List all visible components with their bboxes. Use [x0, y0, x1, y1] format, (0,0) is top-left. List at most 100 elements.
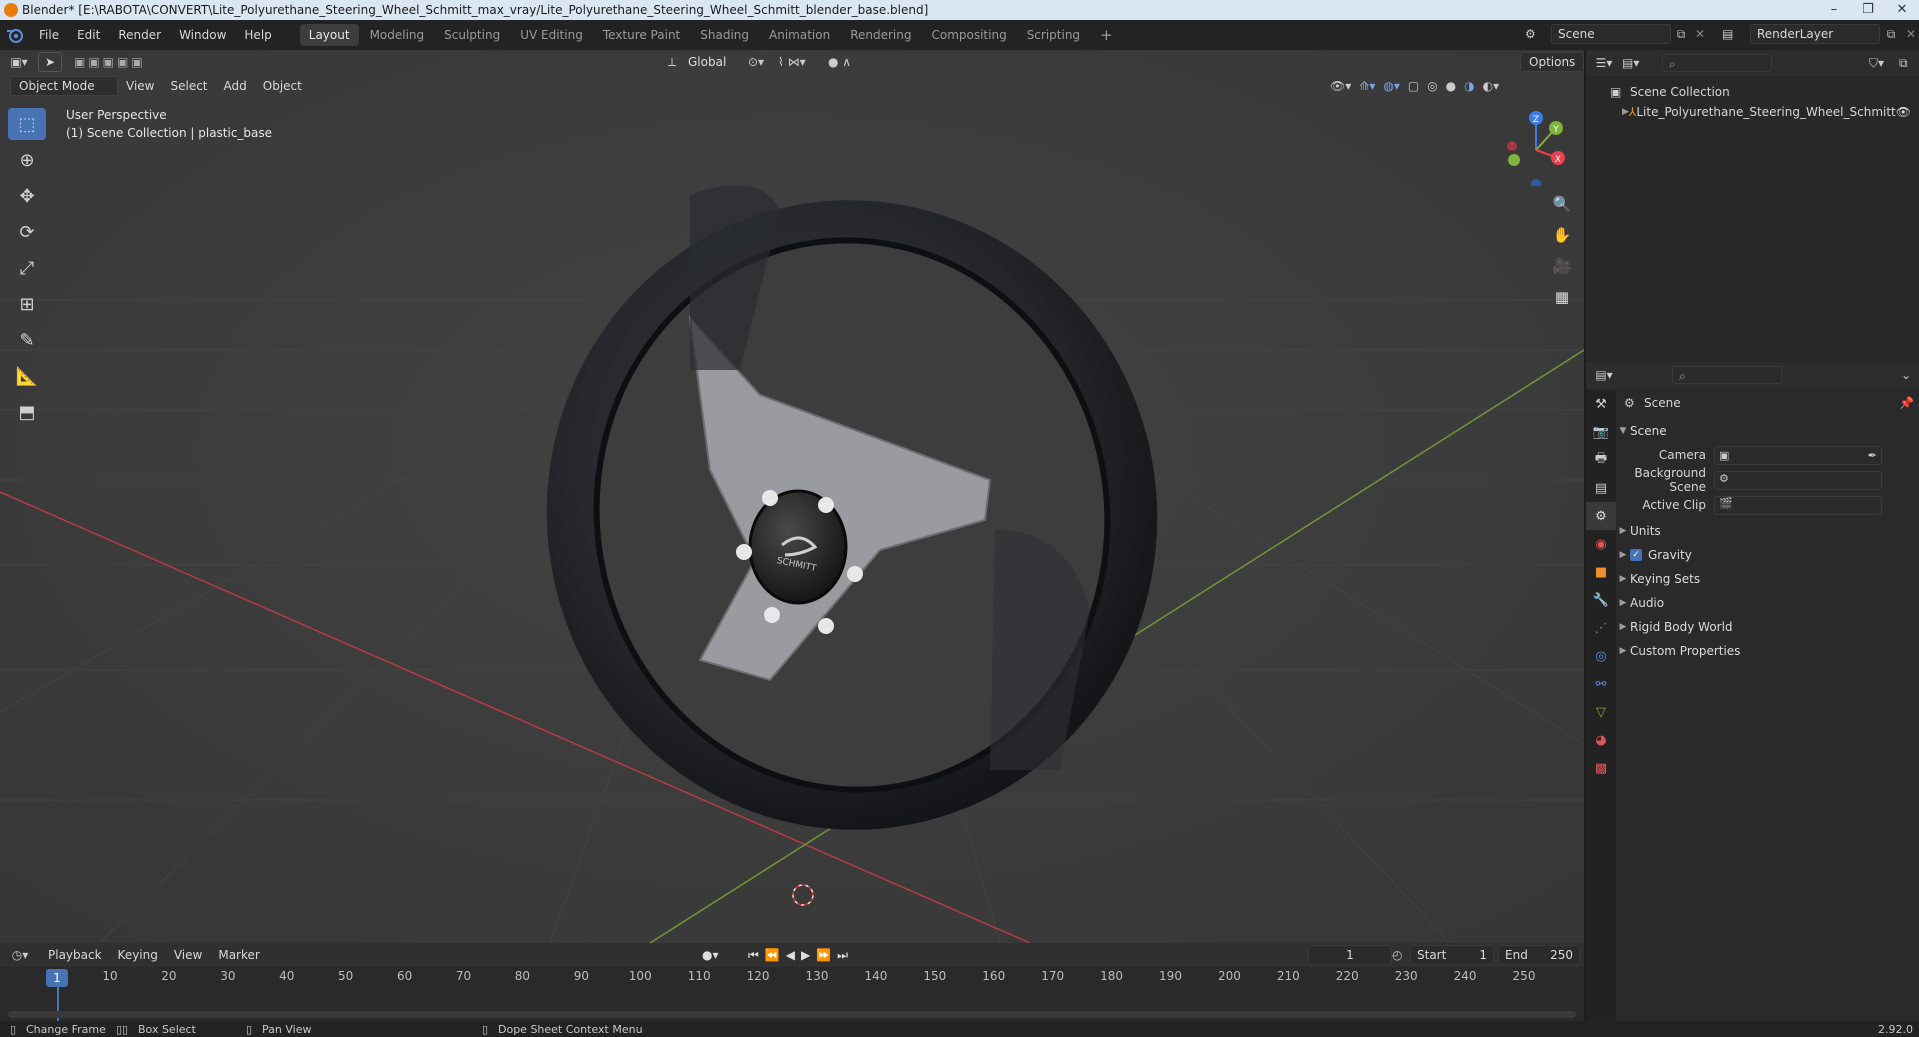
snap-icon[interactable]: ⌇ ⋈▾ — [778, 55, 828, 69]
pivot-icon[interactable]: ⊙▾ — [748, 55, 778, 69]
viewport-menu-select[interactable]: Select — [162, 79, 215, 93]
tab-layout[interactable]: Layout — [299, 24, 359, 46]
tab-sculpting[interactable]: Sculpting — [435, 24, 509, 46]
scene-tab-icon[interactable]: ⚙ — [1586, 502, 1616, 530]
properties-options-icon[interactable]: ⌄ — [1901, 368, 1911, 382]
object-tab-icon[interactable]: ■ — [1586, 558, 1616, 586]
timeline-menu-view[interactable]: View — [166, 948, 210, 962]
maximize-button[interactable]: ❐ — [1851, 0, 1885, 20]
menu-edit[interactable]: Edit — [68, 20, 109, 50]
timeline-ruler[interactable]: 10 20 30 40 50 60 70 80 90 100 110 120 130 140 150 160 1… — [0, 969, 1584, 989]
options-dropdown[interactable]: Options — [1520, 52, 1584, 72]
ortho-grid-icon[interactable]: ▦ — [1548, 283, 1576, 311]
viewport-menu-view[interactable]: View — [118, 79, 162, 93]
menu-file[interactable]: File — [30, 20, 68, 50]
view-layer-tab-icon[interactable]: ▤ — [1586, 474, 1616, 502]
measure-tool-icon[interactable]: 📐 — [8, 360, 46, 392]
texture-tab-icon[interactable]: ▩ — [1586, 754, 1616, 782]
start-frame-field[interactable]: Start 1 — [1410, 945, 1494, 965]
select-box-tool-icon[interactable]: ⬚ — [8, 108, 46, 140]
selection-mode-icons[interactable]: ▣▣▣▣▣ — [74, 55, 146, 69]
minimize-button[interactable]: – — [1817, 0, 1851, 20]
custom-properties-section[interactable]: ▶ Custom Properties — [1616, 640, 1741, 662]
proportional-edit-icon[interactable]: ● ∧ — [828, 55, 868, 69]
tab-uv-editing[interactable]: UV Editing — [511, 24, 592, 46]
cursor-tool-icon[interactable]: ⊕ — [8, 144, 46, 176]
scene-panel-header[interactable]: ▼ Scene — [1616, 420, 1667, 442]
audio-section[interactable]: ▶ Audio — [1616, 592, 1665, 614]
remove-view-layer-icon[interactable]: ✕ — [1902, 27, 1919, 41]
timeline-menu-keying[interactable]: Keying — [110, 948, 166, 962]
transform-tool-icon[interactable]: ⊞ — [8, 288, 46, 320]
menu-window[interactable]: Window — [170, 20, 235, 50]
outliner-row-scene-collection[interactable]: ▣ Scene Collection — [1586, 82, 1919, 102]
pan-hand-icon[interactable]: ✋ — [1548, 221, 1576, 249]
end-frame-field[interactable]: End 250 — [1498, 945, 1580, 965]
camera-field[interactable]: ▣ ✒ — [1714, 445, 1882, 465]
outliner[interactable]: ☰▾ ▤▾ ⌕ ⛉▾ ⧉ ▣ Scene Collection ▶ ⅄ Lite… — [1586, 50, 1919, 360]
scene-icon[interactable]: ⚙ — [1525, 27, 1551, 41]
outliner-editor-icon[interactable]: ☰▾ — [1586, 56, 1622, 70]
tab-modeling[interactable]: Modeling — [361, 24, 434, 46]
playback-controls[interactable]: ⏮⏪◀▶⏩⏭ — [748, 948, 854, 963]
transform-orientation-dropdown[interactable]: Global — [688, 55, 748, 69]
gravity-checkbox[interactable]: ✓ — [1630, 549, 1642, 561]
view-layer-selector[interactable]: RenderLayer — [1750, 24, 1880, 44]
properties-search-input[interactable]: ⌕ — [1672, 366, 1782, 384]
pin-icon[interactable]: 📌 — [1899, 396, 1914, 410]
expand-arrow-icon[interactable]: ▶ — [1622, 107, 1629, 117]
navigation-gizmo[interactable]: Z Y X — [1490, 106, 1570, 186]
playhead-indicator[interactable]: 1 — [46, 969, 68, 987]
timeline-scrollbar[interactable] — [8, 1011, 1576, 1018]
record-icon[interactable]: ●▾ — [702, 948, 719, 962]
menu-help[interactable]: Help — [235, 20, 280, 50]
modifier-tab-icon[interactable]: 🔧 — [1586, 586, 1616, 614]
render-tab-icon[interactable]: 📷 — [1586, 418, 1616, 446]
rigid-body-world-section[interactable]: ▶ Rigid Body World — [1616, 616, 1733, 638]
keying-sets-section[interactable]: ▶ Keying Sets — [1616, 568, 1701, 590]
material-shading-icon[interactable]: ◑ — [1464, 79, 1474, 93]
constraints-tab-icon[interactable]: ⚯ — [1586, 670, 1616, 698]
blender-menu-icon[interactable] — [0, 27, 30, 43]
timeline-editor-icon[interactable]: ◷▾ — [0, 948, 40, 962]
solid-shading-icon[interactable]: ● — [1446, 79, 1456, 93]
mode-dropdown[interactable]: Object Mode — [10, 76, 118, 96]
outliner-row-object[interactable]: ▶ ⅄ Lite_Polyurethane_Steering_Wheel_Sch… — [1586, 102, 1919, 122]
timeline-menu-playback[interactable]: Playback — [40, 948, 110, 962]
current-frame-field[interactable]: 1 — [1308, 945, 1392, 965]
tab-shading[interactable]: Shading — [691, 24, 758, 46]
timeline-menu-marker[interactable]: Marker — [210, 948, 267, 962]
units-section[interactable]: ▶ Units — [1616, 520, 1661, 542]
new-collection-icon[interactable]: ⧉ — [1899, 56, 1919, 71]
rendered-shading-icon[interactable]: ◐▾ — [1483, 79, 1500, 93]
view-layer-icon[interactable]: ▤ — [1722, 27, 1750, 41]
camera-view-icon[interactable]: 🎥 — [1548, 252, 1576, 280]
visibility-icon[interactable]: 👁▾ — [1330, 79, 1351, 93]
properties-editor[interactable]: ▤▾ ⌕ ⌄ ⚒ 📷 🖶 ▤ ⚙ ◉ ■ 🔧 ⋰ ◎ ⚯ ▽ ◕ ▩ ⚙ Sce… — [1586, 362, 1919, 1021]
outliner-search-input[interactable]: ⌕ — [1662, 54, 1772, 72]
annotate-tool-icon[interactable]: ✎ — [8, 324, 46, 356]
menu-render[interactable]: Render — [109, 20, 170, 50]
tab-animation[interactable]: Animation — [760, 24, 839, 46]
remove-scene-icon[interactable]: ✕ — [1691, 27, 1709, 41]
tab-compositing[interactable]: Compositing — [922, 24, 1015, 46]
display-mode-icon[interactable]: ▤▾ — [1622, 56, 1652, 70]
world-tab-icon[interactable]: ◉ — [1586, 530, 1616, 558]
viewport-menu-add[interactable]: Add — [216, 79, 255, 93]
scale-tool-icon[interactable]: ⤢ — [8, 252, 46, 284]
tool-tab-icon[interactable]: ⚒ — [1586, 390, 1616, 418]
zoom-icon[interactable]: 🔍 — [1548, 190, 1576, 218]
new-scene-icon[interactable]: ⧉ — [1671, 27, 1691, 42]
active-clip-field[interactable]: 🎬 — [1714, 495, 1882, 515]
overlay-toggle-icon[interactable]: ◍▾ — [1383, 79, 1400, 93]
eyedropper-icon[interactable]: ✒ — [1868, 449, 1877, 462]
xray-icon[interactable]: ▢ — [1408, 79, 1419, 93]
physics-tab-icon[interactable]: ◎ — [1586, 642, 1616, 670]
timeline-editor[interactable]: ◷▾ Playback Keying View Marker ●▾ ⏮⏪◀▶⏩⏭… — [0, 943, 1584, 1027]
filter-icon[interactable]: ⛉▾ — [1869, 56, 1899, 71]
particles-tab-icon[interactable]: ⋰ — [1586, 614, 1616, 642]
data-tab-icon[interactable]: ▽ — [1586, 698, 1616, 726]
viewport-menu-object[interactable]: Object — [255, 79, 310, 93]
tab-scripting[interactable]: Scripting — [1018, 24, 1089, 46]
output-tab-icon[interactable]: 🖶 — [1586, 446, 1616, 474]
